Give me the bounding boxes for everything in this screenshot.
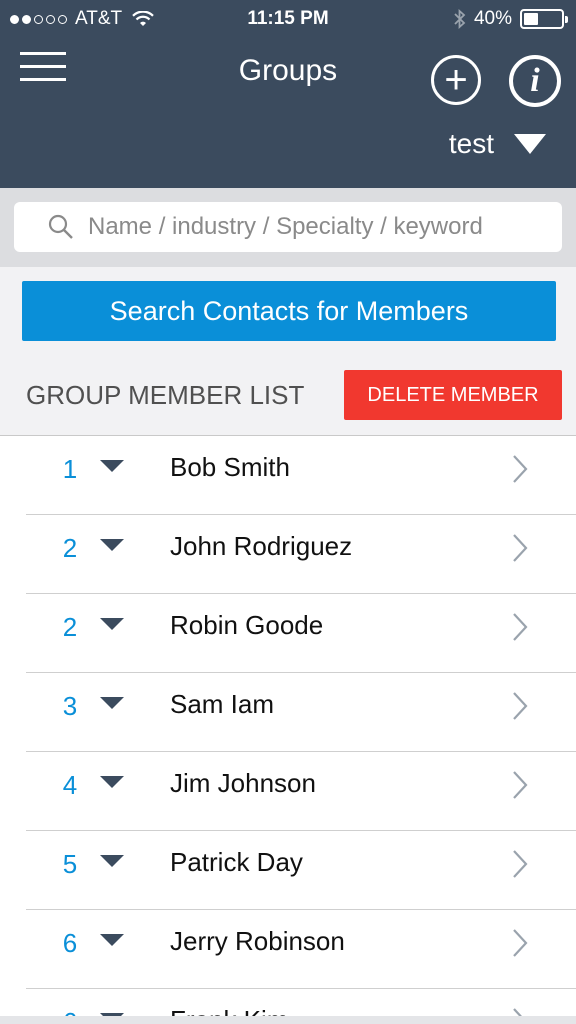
member-name: Jim Johnson (170, 768, 316, 798)
chevron-right-icon (513, 929, 528, 957)
member-name: Robin Goode (170, 610, 324, 640)
member-name: John Rodriguez (170, 531, 353, 561)
member-row[interactable]: 3 Sam Iam (0, 673, 576, 752)
page-title: Groups (238, 54, 338, 87)
delete-member-button[interactable]: DELETE MEMBER (344, 370, 562, 420)
battery-icon (520, 9, 568, 29)
search-contacts-button[interactable]: Search Contacts for Members (22, 281, 556, 341)
battery-percent: 40% (473, 8, 512, 29)
member-row[interactable]: 2 John Rodriguez (0, 515, 576, 594)
chevron-right-icon (513, 613, 528, 641)
status-right: 40% (454, 8, 568, 30)
member-name: Sam Iam (170, 689, 275, 719)
plus-circle-icon[interactable]: + (431, 55, 481, 105)
bluetooth-icon (454, 9, 466, 29)
member-row[interactable]: 1 Bob Smith (0, 436, 576, 515)
status-bar: AT&T 11:15 PM 40% (0, 0, 576, 38)
search-bar-container (0, 188, 576, 267)
search-input[interactable] (88, 213, 528, 241)
member-rank: 2 (62, 533, 78, 563)
chevron-right-icon (513, 534, 528, 562)
chevron-right-icon (513, 692, 528, 720)
chevron-right-icon (513, 771, 528, 799)
triangle-down-icon (514, 134, 546, 154)
member-rank: 1 (62, 454, 78, 484)
member-rank: 2 (62, 612, 78, 642)
group-selector-value: test (448, 128, 494, 159)
app-header: AT&T 11:15 PM 40% Groups + i test (0, 0, 576, 188)
member-name: Jerry Robinson (170, 926, 345, 956)
triangle-down-icon[interactable] (100, 855, 124, 867)
chevron-right-icon (513, 850, 528, 878)
group-member-list-heading: GROUP MEMBER LIST (26, 380, 305, 410)
member-row[interactable]: 5 Patrick Day (0, 831, 576, 910)
member-rank: 5 (62, 849, 78, 879)
triangle-down-icon[interactable] (100, 776, 124, 788)
triangle-down-icon[interactable] (100, 618, 124, 630)
bottom-edge (0, 1016, 576, 1024)
member-rank: 6 (62, 928, 78, 958)
member-name: Bob Smith (170, 452, 290, 482)
triangle-down-icon[interactable] (100, 460, 124, 472)
member-row[interactable]: 2 Robin Goode (0, 594, 576, 673)
search-icon (48, 214, 73, 239)
triangle-down-icon[interactable] (100, 934, 124, 946)
group-selector-dropdown[interactable]: test (449, 128, 546, 160)
member-row[interactable]: 6 Jerry Robinson (0, 910, 576, 989)
member-rank: 3 (62, 691, 78, 721)
member-rank: 4 (62, 770, 78, 800)
member-row[interactable]: 4 Jim Johnson (0, 752, 576, 831)
info-circle-icon[interactable]: i (509, 55, 561, 107)
chevron-right-icon (513, 455, 528, 483)
triangle-down-icon[interactable] (100, 697, 124, 709)
search-box[interactable] (14, 202, 562, 252)
member-name: Patrick Day (170, 847, 303, 877)
triangle-down-icon[interactable] (100, 539, 124, 551)
